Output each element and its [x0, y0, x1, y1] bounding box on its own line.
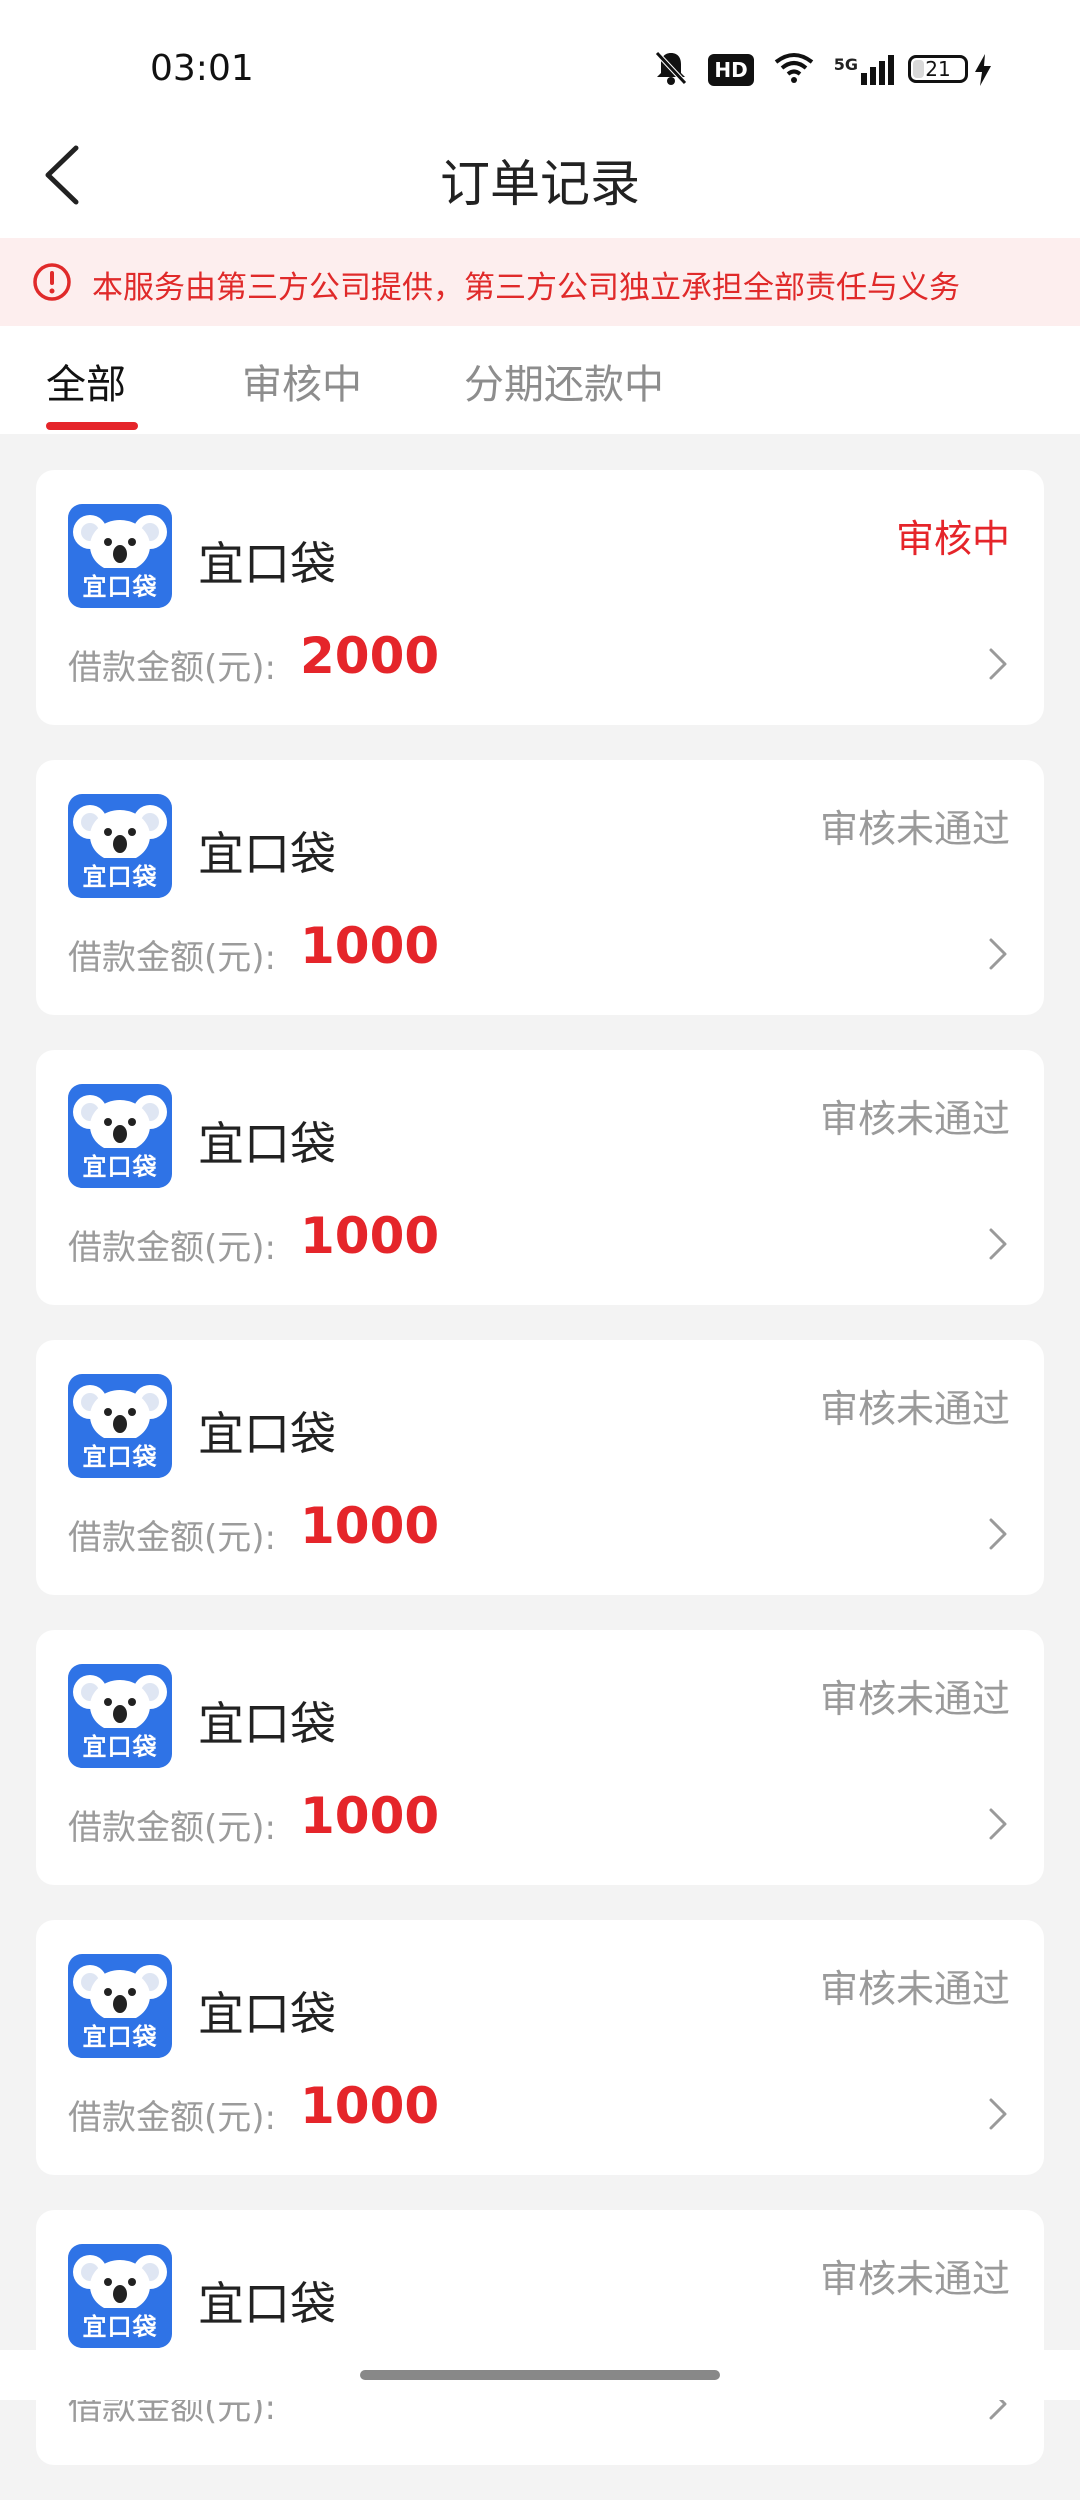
app-logo: 宜口袋 [68, 2244, 172, 2348]
tab-reviewing[interactable]: 审核中 [242, 352, 362, 410]
order-status: 审核未通过 [819, 2257, 1010, 2301]
tab-bar: 全部 审核中 分期还款中 [0, 326, 1080, 434]
order-status: 审核未通过 [819, 1097, 1010, 1141]
status-icons: HD 5G [654, 50, 894, 90]
amount-label: 借款金额(元): [68, 2098, 276, 2138]
battery-level: 21 [925, 57, 951, 81]
amount-label: 借款金额(元): [68, 648, 276, 688]
order-card[interactable]: 宜口袋 宜口袋 审核未通过 借款金额(元): 1000 [36, 1340, 1044, 1595]
app-name: 宜口袋 [198, 827, 336, 881]
logo-text: 宜口袋 [82, 573, 158, 601]
page-title: 订单记录 [440, 155, 640, 213]
notice-text: 本服务由第三方公司提供，第三方公司独立承担全部责任与义务 [92, 270, 960, 306]
status-time: 03:01 [150, 48, 254, 89]
loan-amount: 1000 [300, 1497, 440, 1555]
app-name: 宜口袋 [198, 2277, 336, 2331]
app-name: 宜口袋 [198, 1697, 336, 1751]
chevron-right-icon [989, 938, 1007, 970]
app-logo: 宜口袋 [68, 1664, 172, 1768]
loan-amount: 1000 [300, 1787, 440, 1845]
chevron-right-icon [989, 1518, 1007, 1550]
chevron-right-icon [989, 1808, 1007, 1840]
app-logo: 宜口袋 [68, 1374, 172, 1478]
loan-amount: 1000 [300, 1207, 440, 1265]
chevron-right-icon [989, 648, 1007, 680]
order-card[interactable]: 宜口袋 宜口袋 审核未通过 借款金额(元): 1000 [36, 1630, 1044, 1885]
order-status: 审核未通过 [819, 807, 1010, 851]
chevron-right-icon [989, 1228, 1007, 1260]
app-name: 宜口袋 [198, 1117, 336, 1171]
nav-header: 订单记录 [0, 110, 1080, 238]
charging-icon [974, 54, 992, 90]
amount-label: 借款金额(元): [68, 938, 276, 978]
order-card[interactable]: 宜口袋 宜口袋 审核未通过 借款金额(元): 1000 [36, 1050, 1044, 1305]
loan-amount: 1000 [300, 917, 440, 975]
hd-icon: HD [708, 54, 754, 86]
logo-text: 宜口袋 [82, 2313, 158, 2341]
order-card[interactable]: 宜口袋 宜口袋 审核未通过 借款金额(元): 1000 [36, 760, 1044, 1015]
alert-circle-icon [33, 263, 71, 301]
app-logo: 宜口袋 [68, 794, 172, 898]
order-card[interactable]: 宜口袋 宜口袋 审核未通过 借款金额(元): 1000 [36, 1920, 1044, 2175]
loan-amount: 1000 [300, 2077, 440, 2135]
cellular-5g-icon: 5G [834, 55, 894, 85]
order-status: 审核未通过 [819, 1677, 1010, 1721]
app-logo: 宜口袋 [68, 1954, 172, 2058]
app-name: 宜口袋 [198, 537, 336, 591]
logo-text: 宜口袋 [82, 2023, 158, 2051]
battery-fill [913, 60, 924, 78]
wifi-icon [774, 52, 814, 88]
app-name: 宜口袋 [198, 1987, 336, 2041]
logo-text: 宜口袋 [82, 1733, 158, 1761]
chevron-right-icon [989, 2098, 1007, 2130]
logo-text: 宜口袋 [82, 1153, 158, 1181]
app-logo: 宜口袋 [68, 1084, 172, 1188]
tab-installment[interactable]: 分期还款中 [464, 352, 664, 410]
logo-text: 宜口袋 [82, 863, 158, 891]
notice-banner: 本服务由第三方公司提供，第三方公司独立承担全部责任与义务 [0, 238, 1080, 326]
home-indicator[interactable] [360, 2370, 720, 2380]
amount-label: 借款金额(元): [68, 1808, 276, 1848]
battery-icon: 21 [908, 55, 968, 83]
app-logo: 宜口袋 [68, 504, 172, 608]
loan-amount: 2000 [300, 627, 440, 685]
amount-label: 借款金额(元): [68, 1518, 276, 1558]
amount-label: 借款金额(元): [68, 1228, 276, 1268]
logo-text: 宜口袋 [82, 1443, 158, 1471]
order-list: 宜口袋 宜口袋 审核中 借款金额(元): 2000 宜口袋 宜口袋 审核未通过 [36, 470, 1044, 2500]
tab-all[interactable]: 全部 [46, 352, 126, 410]
bell-muted-icon [654, 50, 688, 90]
active-tab-indicator [46, 422, 138, 430]
order-status: 审核未通过 [819, 1967, 1010, 2011]
app-name: 宜口袋 [198, 1407, 336, 1461]
order-status: 审核中 [895, 517, 1010, 561]
order-status: 审核未通过 [819, 1387, 1010, 1431]
order-card[interactable]: 宜口袋 宜口袋 审核中 借款金额(元): 2000 [36, 470, 1044, 725]
order-card[interactable]: 宜口袋 宜口袋 审核未通过 借款金额(元): [36, 2210, 1044, 2465]
